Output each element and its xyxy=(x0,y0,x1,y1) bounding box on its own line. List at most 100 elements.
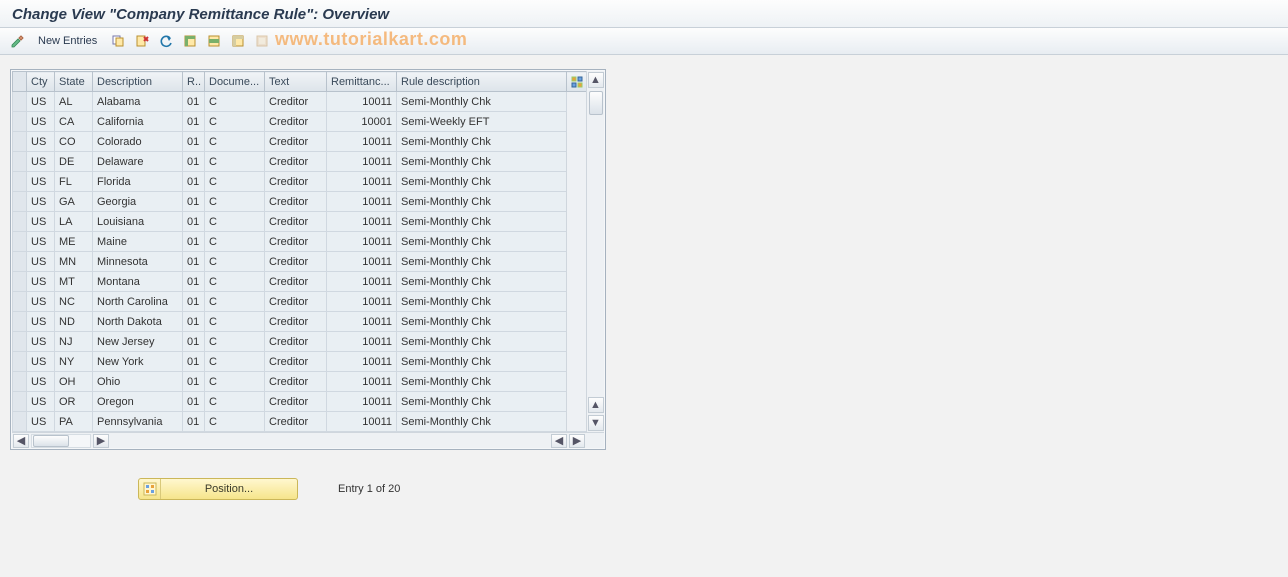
other-view-icon[interactable] xyxy=(8,32,26,50)
row-selector[interactable] xyxy=(13,92,27,112)
row-selector[interactable] xyxy=(13,172,27,192)
cell-state[interactable]: OR xyxy=(55,392,93,412)
table-row[interactable]: USALAlabama01CCreditor10011Semi-Monthly … xyxy=(13,92,587,112)
table-row[interactable]: USOROregon01CCreditor10011Semi-Monthly C… xyxy=(13,392,587,412)
cell-text[interactable]: Creditor xyxy=(265,392,327,412)
cell-state[interactable]: PA xyxy=(55,412,93,432)
table-row[interactable]: USNJNew Jersey01CCreditor10011Semi-Month… xyxy=(13,332,587,352)
cell-rule-description[interactable]: Semi-Monthly Chk xyxy=(397,372,567,392)
cell-remittanc[interactable]: 10011 xyxy=(327,352,397,372)
scroll-down-step-icon[interactable]: ▲ xyxy=(588,397,604,413)
cell-text[interactable]: Creditor xyxy=(265,132,327,152)
col-cty[interactable]: Cty xyxy=(27,72,55,92)
cell-description[interactable]: Oregon xyxy=(93,392,183,412)
cell-rule-description[interactable]: Semi-Monthly Chk xyxy=(397,292,567,312)
cell-docume[interactable]: C xyxy=(205,232,265,252)
cell-r[interactable]: 01 xyxy=(183,292,205,312)
cell-docume[interactable]: C xyxy=(205,332,265,352)
cell-text[interactable]: Creditor xyxy=(265,112,327,132)
cell-cty[interactable]: US xyxy=(27,312,55,332)
col-rule-description[interactable]: Rule description xyxy=(397,72,567,92)
cell-text[interactable]: Creditor xyxy=(265,152,327,172)
scroll-left-end-icon[interactable]: ◀ xyxy=(551,434,567,448)
table-settings-icon[interactable] xyxy=(567,72,587,92)
cell-cty[interactable]: US xyxy=(27,332,55,352)
cell-state[interactable]: ND xyxy=(55,312,93,332)
undo-icon[interactable] xyxy=(157,32,175,50)
table-row[interactable]: USGAGeorgia01CCreditor10011Semi-Monthly … xyxy=(13,192,587,212)
cell-state[interactable]: GA xyxy=(55,192,93,212)
cell-state[interactable]: CA xyxy=(55,112,93,132)
cell-cty[interactable]: US xyxy=(27,152,55,172)
cell-text[interactable]: Creditor xyxy=(265,192,327,212)
cell-text[interactable]: Creditor xyxy=(265,372,327,392)
scroll-right-icon[interactable]: ▶ xyxy=(93,434,109,448)
cell-rule-description[interactable]: Semi-Monthly Chk xyxy=(397,352,567,372)
cell-r[interactable]: 01 xyxy=(183,412,205,432)
cell-r[interactable]: 01 xyxy=(183,312,205,332)
cell-remittanc[interactable]: 10011 xyxy=(327,172,397,192)
cell-r[interactable]: 01 xyxy=(183,392,205,412)
cell-remittanc[interactable]: 10011 xyxy=(327,292,397,312)
cell-cty[interactable]: US xyxy=(27,112,55,132)
cell-r[interactable]: 01 xyxy=(183,172,205,192)
cell-docume[interactable]: C xyxy=(205,252,265,272)
cell-rule-description[interactable]: Semi-Monthly Chk xyxy=(397,212,567,232)
cell-cty[interactable]: US xyxy=(27,212,55,232)
table-row[interactable]: USMEMaine01CCreditor10011Semi-Monthly Ch… xyxy=(13,232,587,252)
cell-text[interactable]: Creditor xyxy=(265,412,327,432)
row-selector[interactable] xyxy=(13,292,27,312)
cell-docume[interactable]: C xyxy=(205,172,265,192)
cell-description[interactable]: Louisiana xyxy=(93,212,183,232)
cell-r[interactable]: 01 xyxy=(183,332,205,352)
cell-cty[interactable]: US xyxy=(27,392,55,412)
cell-text[interactable]: Creditor xyxy=(265,292,327,312)
config-icon[interactable] xyxy=(253,32,271,50)
cell-state[interactable]: ME xyxy=(55,232,93,252)
cell-cty[interactable]: US xyxy=(27,412,55,432)
cell-cty[interactable]: US xyxy=(27,92,55,112)
cell-state[interactable]: NY xyxy=(55,352,93,372)
cell-remittanc[interactable]: 10011 xyxy=(327,272,397,292)
cell-state[interactable]: DE xyxy=(55,152,93,172)
cell-rule-description[interactable]: Semi-Monthly Chk xyxy=(397,312,567,332)
cell-cty[interactable]: US xyxy=(27,252,55,272)
cell-description[interactable]: Montana xyxy=(93,272,183,292)
cell-rule-description[interactable]: Semi-Monthly Chk xyxy=(397,132,567,152)
cell-docume[interactable]: C xyxy=(205,312,265,332)
cell-docume[interactable]: C xyxy=(205,212,265,232)
cell-r[interactable]: 01 xyxy=(183,272,205,292)
row-selector[interactable] xyxy=(13,152,27,172)
table-row[interactable]: USMTMontana01CCreditor10011Semi-Monthly … xyxy=(13,272,587,292)
vscroll-track[interactable] xyxy=(588,89,604,396)
vertical-scrollbar[interactable]: ▲ ▲ ▼ xyxy=(586,71,604,432)
col-select[interactable] xyxy=(13,72,27,92)
cell-rule-description[interactable]: Semi-Monthly Chk xyxy=(397,252,567,272)
cell-docume[interactable]: C xyxy=(205,152,265,172)
col-text[interactable]: Text xyxy=(265,72,327,92)
row-selector[interactable] xyxy=(13,132,27,152)
select-all-icon[interactable] xyxy=(181,32,199,50)
cell-state[interactable]: FL xyxy=(55,172,93,192)
cell-text[interactable]: Creditor xyxy=(265,332,327,352)
cell-description[interactable]: Delaware xyxy=(93,152,183,172)
cell-description[interactable]: Pennsylvania xyxy=(93,412,183,432)
cell-r[interactable]: 01 xyxy=(183,112,205,132)
scroll-right-end-icon[interactable]: ▶ xyxy=(569,434,585,448)
cell-cty[interactable]: US xyxy=(27,172,55,192)
cell-remittanc[interactable]: 10011 xyxy=(327,372,397,392)
cell-remittanc[interactable]: 10011 xyxy=(327,92,397,112)
scroll-up-icon[interactable]: ▲ xyxy=(588,72,604,88)
cell-r[interactable]: 01 xyxy=(183,132,205,152)
cell-remittanc[interactable]: 10011 xyxy=(327,312,397,332)
copy-icon[interactable] xyxy=(109,32,127,50)
cell-remittanc[interactable]: 10011 xyxy=(327,212,397,232)
cell-description[interactable]: Florida xyxy=(93,172,183,192)
cell-docume[interactable]: C xyxy=(205,132,265,152)
cell-description[interactable]: Maine xyxy=(93,232,183,252)
table-row[interactable]: USLALouisiana01CCreditor10011Semi-Monthl… xyxy=(13,212,587,232)
cell-description[interactable]: North Carolina xyxy=(93,292,183,312)
cell-docume[interactable]: C xyxy=(205,192,265,212)
row-selector[interactable] xyxy=(13,112,27,132)
cell-state[interactable]: NJ xyxy=(55,332,93,352)
